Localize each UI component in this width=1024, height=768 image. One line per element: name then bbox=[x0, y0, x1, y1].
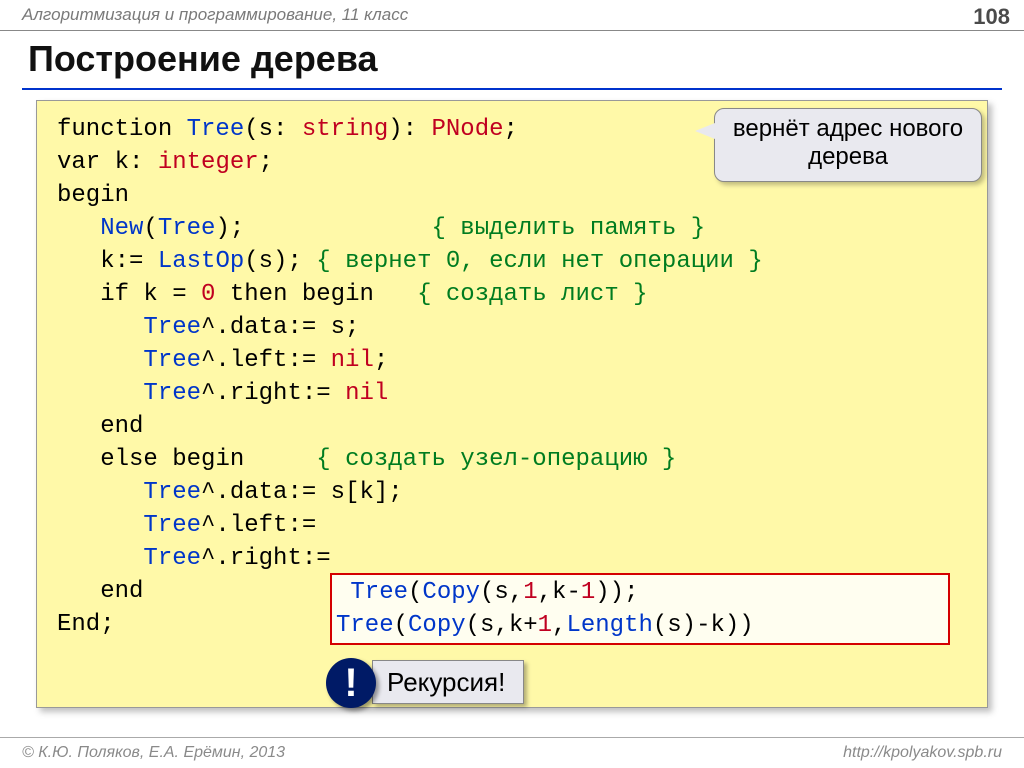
code-listing: function Tree(s: string): PNode; var k: … bbox=[57, 113, 971, 641]
page-number: 108 bbox=[973, 4, 1010, 30]
kw-end-1: end bbox=[100, 413, 143, 440]
slide-header: Алгоритмизация и программирование, 11 кл… bbox=[0, 0, 1024, 31]
id-tree: Tree bbox=[187, 116, 245, 143]
comment-2: { вернет 0, если нет операции } bbox=[316, 248, 762, 275]
type-string: string bbox=[302, 116, 388, 143]
comment-3: { создать лист } bbox=[417, 281, 647, 308]
kw-function: function bbox=[57, 116, 172, 143]
type-integer: integer bbox=[158, 149, 259, 176]
title-underline bbox=[22, 88, 1002, 90]
slide: Алгоритмизация и программирование, 11 кл… bbox=[0, 0, 1024, 768]
exclamation-icon: ! bbox=[326, 658, 376, 708]
kw-else: else begin bbox=[100, 446, 316, 473]
course-name: Алгоритмизация и программирование, 11 кл… bbox=[0, 5, 408, 25]
footer-url: http://kpolyakov.spb.ru bbox=[843, 744, 1002, 762]
footer-copyright: © К.Ю. Поляков, Е.А. Ерёмин, 2013 bbox=[22, 744, 285, 762]
callout-return-address: вернёт адрес нового дерева bbox=[714, 108, 982, 182]
kw-end-2: end bbox=[100, 578, 143, 605]
slide-title: Построение дерева bbox=[28, 38, 378, 80]
slide-footer: © К.Ю. Поляков, Е.А. Ерёмин, 2013 http:/… bbox=[0, 737, 1024, 768]
comment-4: { создать узел-операцию } bbox=[316, 446, 676, 473]
type-pnode: PNode bbox=[431, 116, 503, 143]
recursion-label: Рекурсия! bbox=[372, 660, 524, 704]
kw-var: var bbox=[57, 149, 100, 176]
kw-end-3: End; bbox=[57, 611, 115, 638]
comment-1: { выделить память } bbox=[432, 215, 706, 242]
code-panel: function Tree(s: string): PNode; var k: … bbox=[36, 100, 988, 708]
kw-begin: begin bbox=[57, 182, 129, 209]
